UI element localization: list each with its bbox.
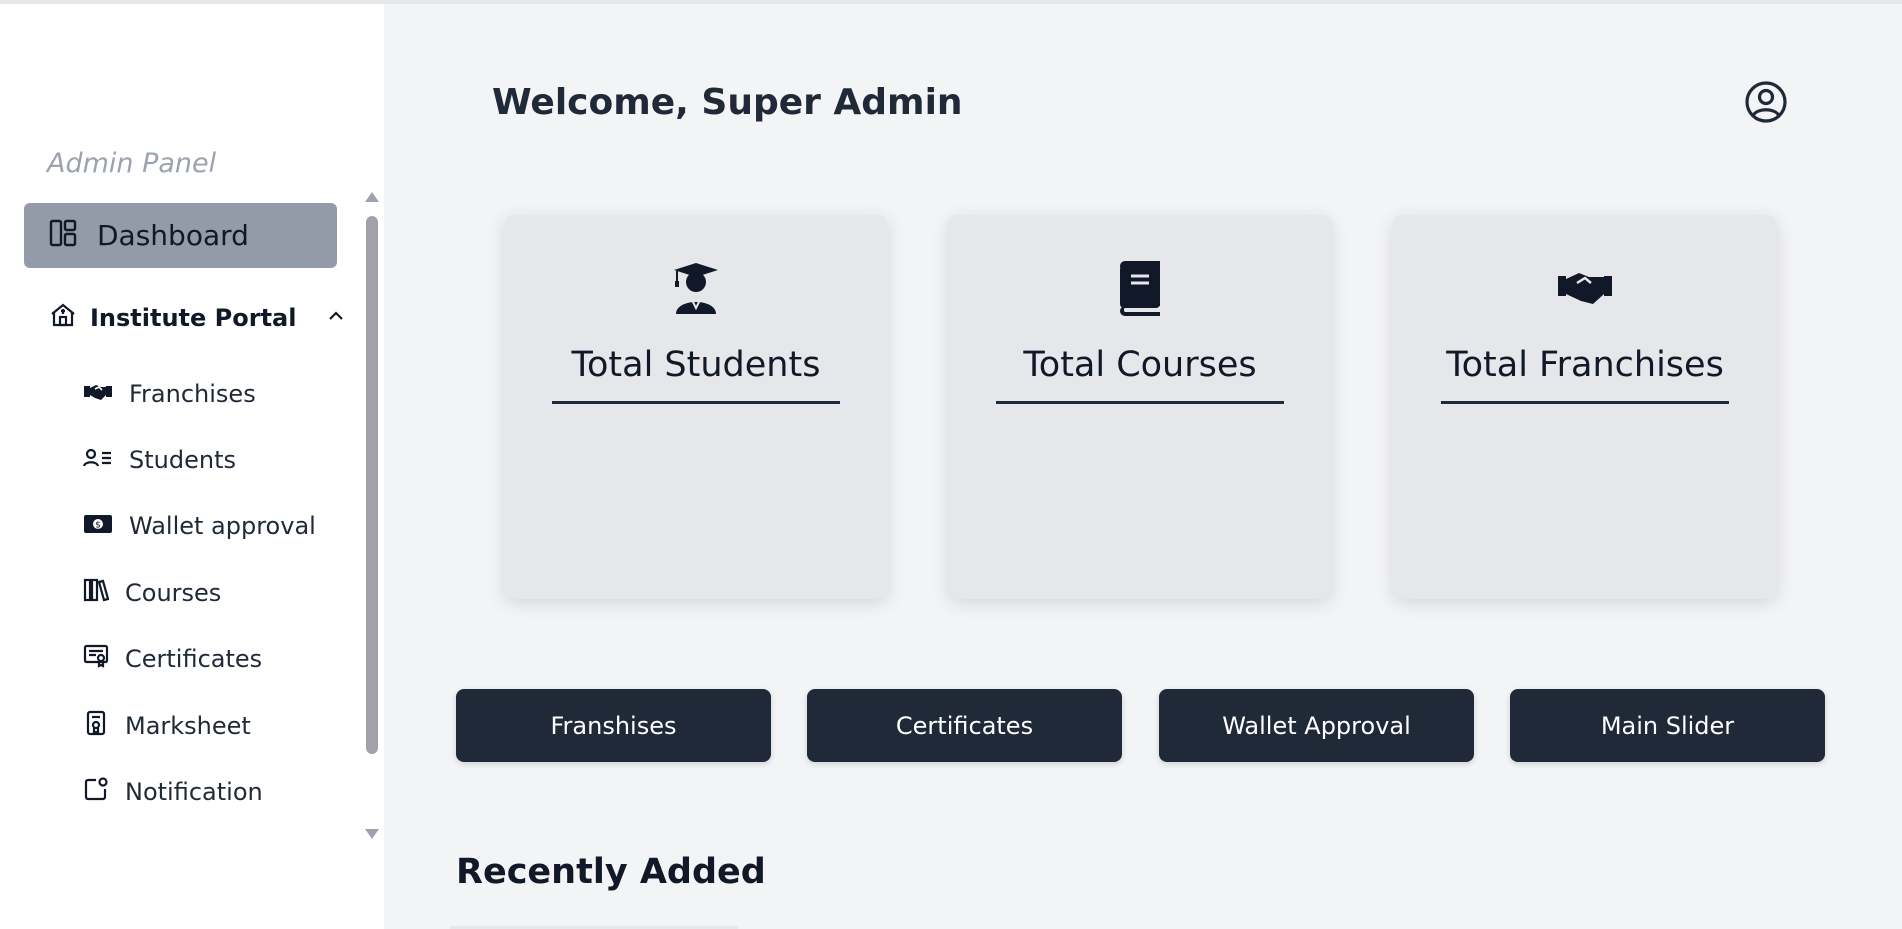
sidebar-item-label: Marksheet — [125, 711, 251, 740]
sidebar-item-marksheet[interactable]: Marksheet — [83, 710, 251, 741]
sidebar-item-label: Dashboard — [97, 219, 249, 252]
scroll-down-arrow-icon[interactable] — [365, 829, 379, 839]
handshake-icon — [83, 382, 113, 407]
sidebar-item-label: Wallet approval — [129, 512, 316, 540]
card-divider — [1441, 401, 1729, 404]
wallet-approval-button[interactable]: Wallet Approval — [1159, 689, 1474, 762]
book-icon — [948, 260, 1332, 316]
sidebar-item-label: Certificates — [125, 644, 263, 673]
sidebar-item-label: Franchises — [129, 380, 256, 408]
scrollbar-thumb[interactable] — [366, 216, 378, 754]
franchises-button[interactable]: Franshises — [456, 689, 771, 762]
user-list-icon — [82, 448, 113, 473]
stat-card-students[interactable]: Total Students — [504, 215, 888, 599]
sidebar-item-label: Courses — [125, 578, 222, 607]
stat-card-franchises[interactable]: Total Franchises — [1393, 215, 1777, 599]
card-divider — [996, 401, 1284, 404]
sidebar-item-dashboard[interactable]: Dashboard — [24, 203, 337, 268]
handshake-icon — [1393, 260, 1777, 308]
notification-icon — [83, 776, 109, 807]
sidebar-item-franchises[interactable]: Franchises — [83, 380, 256, 408]
sidebar-item-courses[interactable]: Courses — [83, 578, 221, 607]
sidebar-item-institute-portal[interactable]: Institute Portal — [50, 303, 344, 332]
graduate-icon — [504, 260, 888, 316]
sidebar-item-wallet-approval[interactable]: $ Wallet approval — [83, 512, 316, 540]
recently-added-heading: Recently Added — [456, 852, 766, 892]
card-title: Total Courses — [1023, 345, 1257, 385]
money-icon: $ — [83, 513, 113, 540]
sidebar-item-notification[interactable]: Notification — [83, 776, 263, 807]
user-circle-icon[interactable] — [1744, 80, 1788, 129]
card-title: Total Students — [571, 345, 821, 385]
main-slider-button[interactable]: Main Slider — [1510, 689, 1825, 762]
sidebar-item-label: Students — [129, 446, 236, 474]
scroll-up-arrow-icon[interactable] — [365, 192, 379, 202]
marksheet-icon — [83, 710, 109, 741]
chevron-up-icon[interactable] — [328, 309, 344, 327]
card-divider — [552, 401, 840, 404]
stat-card-courses[interactable]: Total Courses — [948, 215, 1332, 599]
certificates-button[interactable]: Certificates — [807, 689, 1122, 762]
card-title: Total Franchises — [1446, 345, 1724, 385]
svg-text:$: $ — [95, 520, 101, 530]
institute-icon — [50, 303, 76, 332]
books-icon — [83, 578, 110, 607]
sidebar-item-label: Notification — [125, 777, 263, 806]
sidebar-item-certificates[interactable]: Certificates — [83, 644, 262, 673]
certificate-icon — [83, 644, 109, 673]
sidebar-item-students[interactable]: Students — [82, 446, 236, 474]
dashboard-icon — [49, 219, 77, 252]
page-title: Welcome, Super Admin — [492, 82, 963, 123]
sidebar-item-label: Institute Portal — [90, 303, 297, 332]
panel-title: Admin Panel — [47, 148, 217, 179]
